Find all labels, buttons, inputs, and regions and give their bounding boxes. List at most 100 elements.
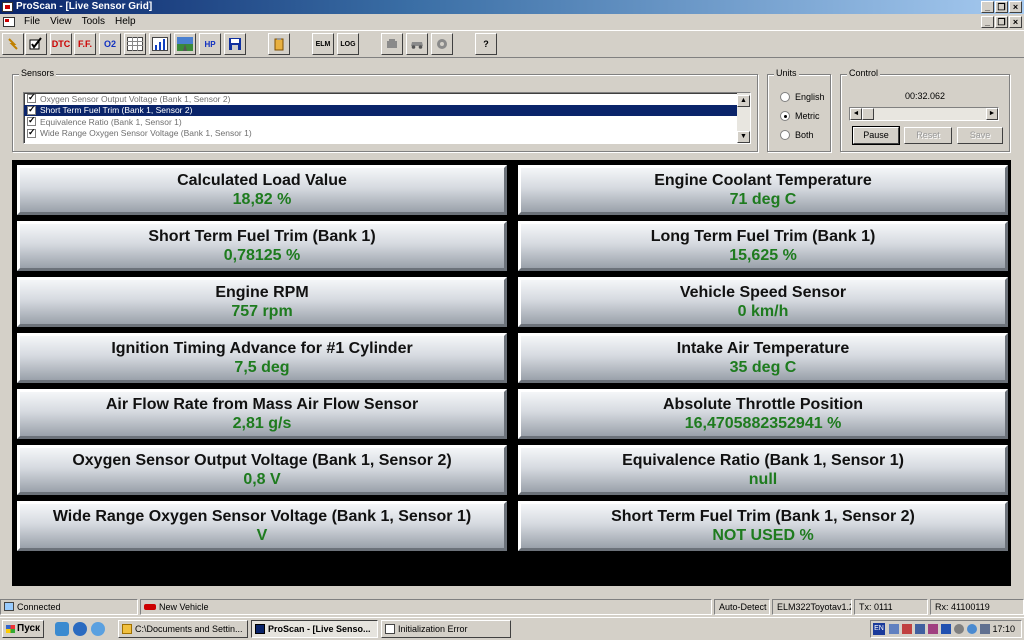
desktop-icon[interactable]	[55, 622, 69, 636]
sensor-cell-value: 18,82 %	[232, 191, 292, 208]
app-icon	[385, 624, 395, 634]
units-option-metric[interactable]: Metric	[780, 111, 820, 121]
tx-status: Tx: 0111	[854, 599, 928, 615]
sensor-cell-label: Air Flow Rate from Mass Air Flow Sensor	[105, 396, 419, 413]
units-label: Units	[774, 68, 799, 78]
bar-graph-icon	[152, 37, 168, 51]
sensor-item[interactable]: Oxygen Sensor Output Voltage (Bank 1, Se…	[24, 92, 750, 105]
tray-app-icon[interactable]	[954, 624, 964, 634]
menu-tools[interactable]: Tools	[77, 14, 110, 30]
slider-right-arrow-icon[interactable]: ►	[986, 108, 998, 120]
slider-thumb[interactable]	[862, 108, 874, 120]
clipboard-icon	[274, 38, 284, 51]
sensor-list[interactable]: Oxygen Sensor Output Voltage (Bank 1, Se…	[23, 92, 751, 144]
save-button[interactable]: Save	[957, 127, 1003, 144]
child-minimize-button[interactable]: _	[981, 16, 994, 28]
dashboard-button[interactable]	[174, 33, 196, 55]
system-tray: EN 17:10	[870, 620, 1022, 638]
save-data-button[interactable]	[224, 33, 246, 55]
radio-button[interactable]	[780, 111, 790, 121]
sensor-item-label: Equivalence Ratio (Bank 1, Sensor 1)	[40, 116, 182, 127]
settings-button[interactable]	[431, 33, 453, 55]
sensor-cell: Intake Air Temperature 35 deg C	[518, 333, 1008, 383]
horsepower-button[interactable]: HP	[199, 33, 221, 55]
help-button[interactable]: ?	[475, 33, 497, 55]
tray-app-icon[interactable]	[967, 624, 977, 634]
task-init-error[interactable]: Initialization Error	[381, 620, 511, 638]
vehicle-button[interactable]	[406, 33, 428, 55]
floppy-disk-icon	[229, 38, 241, 50]
scroll-up-arrow-icon[interactable]: ▲	[737, 95, 750, 107]
sensor-cell: Calculated Load Value 18,82 %	[17, 165, 507, 215]
title-bar: ProScan - [Live Sensor Grid] _ ❐ ×	[0, 0, 1024, 14]
units-group: Units English Metric Both	[767, 68, 831, 152]
sensor-cell: Short Term Fuel Trim (Bank 1, Sensor 2) N…	[518, 501, 1008, 551]
task-explorer[interactable]: C:\Documents and Settin...	[118, 620, 248, 638]
elm-button[interactable]: ELM	[312, 33, 334, 55]
sensor-cell: Air Flow Rate from Mass Air Flow Sensor 2…	[17, 389, 507, 439]
slider-left-arrow-icon[interactable]: ◄	[850, 108, 862, 120]
freeze-frame-button[interactable]: F.F.	[74, 33, 96, 55]
control-label: Control	[847, 68, 881, 78]
restore-button[interactable]: ❐	[995, 1, 1008, 13]
tray-app-icon[interactable]	[915, 624, 925, 634]
clock: 17:10	[992, 624, 1015, 634]
radio-button[interactable]	[780, 130, 790, 140]
sensor-item[interactable]: Wide Range Oxygen Sensor Voltage (Bank 1…	[24, 127, 750, 140]
menu-view[interactable]: View	[45, 14, 77, 30]
sensor-cell-value: null	[748, 471, 778, 488]
menu-help[interactable]: Help	[110, 14, 141, 30]
radio-button[interactable]	[780, 92, 790, 102]
tray-app-icon[interactable]	[941, 624, 951, 634]
sensor-cell-value: 71 deg C	[729, 191, 797, 208]
child-close-button[interactable]: ×	[1009, 16, 1022, 28]
units-option-both[interactable]: Both	[780, 130, 814, 140]
control-group: Control 00:32.062 ◄ ► Pause Reset Save	[840, 68, 1010, 152]
dtc-button[interactable]: DTC	[50, 33, 72, 55]
task-proscan[interactable]: ProScan - [Live Senso...	[251, 620, 378, 638]
checklist-button[interactable]	[25, 33, 47, 55]
connect-button[interactable]	[2, 33, 24, 55]
graph-button[interactable]	[149, 33, 171, 55]
scroll-down-arrow-icon[interactable]: ▼	[737, 131, 750, 143]
engine-button[interactable]	[381, 33, 403, 55]
sensor-list-scrollbar[interactable]: ▲ ▼	[737, 93, 750, 143]
sensor-cell-label: Intake Air Temperature	[676, 340, 850, 357]
child-restore-button[interactable]: ❐	[995, 16, 1008, 28]
reset-button[interactable]: Reset	[904, 127, 952, 144]
tray-app-icon[interactable]	[928, 624, 938, 634]
sensor-cell: Oxygen Sensor Output Voltage (Bank 1, Se…	[17, 445, 507, 495]
table-icon	[127, 37, 143, 51]
minimize-button[interactable]: _	[981, 1, 994, 13]
sensor-checkbox[interactable]	[27, 115, 36, 127]
live-sensor-grid: Calculated Load Value 18,82 % Engine Coola…	[12, 160, 1011, 586]
language-indicator[interactable]: EN	[873, 623, 885, 635]
menu-file[interactable]: File	[19, 14, 45, 30]
rx-status: Rx: 41100119	[930, 599, 1024, 615]
volume-icon[interactable]	[980, 624, 990, 634]
sensor-cell: Wide Range Oxygen Sensor Voltage (Bank 1…	[17, 501, 507, 551]
start-button[interactable]: Пуск	[2, 620, 44, 638]
sensor-item[interactable]: Short Term Fuel Trim (Bank 1, Sensor 2)	[24, 104, 750, 116]
toolbar: DTC F.F. O2 HP ELM LOG ?	[0, 30, 1024, 58]
road-icon	[177, 37, 193, 51]
grid-view-button[interactable]	[124, 33, 146, 55]
log-button[interactable]: LOG	[337, 33, 359, 55]
network-icon[interactable]	[889, 624, 899, 634]
sensor-checkbox[interactable]	[27, 104, 36, 115]
sensor-cell-value: 0,78125 %	[223, 247, 301, 264]
o2-button[interactable]: O2	[99, 33, 121, 55]
document-icon[interactable]	[3, 17, 15, 27]
close-button[interactable]: ×	[1009, 1, 1022, 13]
pause-button[interactable]: Pause	[852, 126, 900, 145]
notes-button[interactable]	[268, 33, 290, 55]
browser-icon[interactable]	[73, 622, 87, 636]
media-icon[interactable]	[91, 622, 105, 636]
tray-app-icon[interactable]	[902, 624, 912, 634]
playback-slider[interactable]: ◄ ►	[849, 107, 999, 121]
units-option-english[interactable]: English	[780, 92, 825, 102]
sensor-checkbox[interactable]	[27, 127, 36, 138]
sensor-item[interactable]: Equivalence Ratio (Bank 1, Sensor 1)	[24, 115, 750, 128]
sensor-checkbox[interactable]	[27, 92, 36, 104]
sensor-cell-label: Wide Range Oxygen Sensor Voltage (Bank 1…	[52, 508, 472, 525]
